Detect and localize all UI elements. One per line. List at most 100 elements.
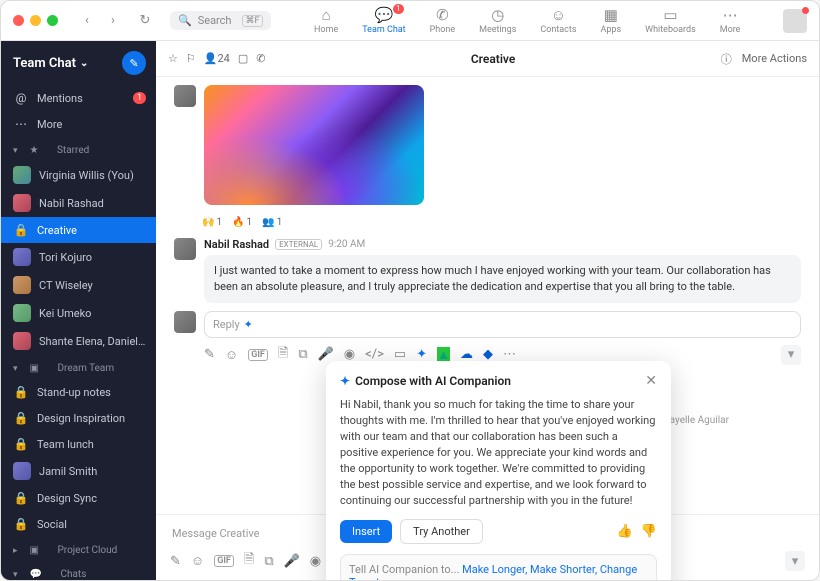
nav-apps[interactable]: ▦Apps [600,6,621,35]
try-another-button[interactable]: Try Another [400,519,483,544]
sidebar-more[interactable]: ⋯More [1,111,156,137]
avatar [13,194,31,212]
avatar [13,166,31,184]
top-nav: ⌂Home 💬1Team Chat ✆Phone ◷Meetings ☺Cont… [281,6,773,35]
chevron-down-icon: ▾ [13,364,18,374]
history-button[interactable]: ↻ [134,10,156,32]
sidebar-item-design-sync[interactable]: 🔒Design Sync [1,485,156,511]
sidebar-item-nabil[interactable]: Nabil Rashad [1,189,156,217]
chat-badge: 1 [393,4,404,14]
video-icon[interactable]: ▢ [238,52,248,65]
contacts-icon: ☺ [549,6,567,24]
chevron-right-icon: ▸ [13,546,18,556]
screenshot-icon[interactable]: ⧉ [264,554,273,569]
filter-icon[interactable]: ▾ [785,551,805,571]
body: Team Chat⌄ ✎ @Mentions1 ⋯More ▾★ Starred… [1,41,819,580]
nav-more[interactable]: ⋯More [720,6,741,35]
info-icon[interactable]: ⓘ [721,51,732,67]
insert-button[interactable]: Insert [340,520,392,543]
suggest-longer[interactable]: Make Longer, [462,563,527,576]
maximize-window-button[interactable] [47,15,58,26]
sidebar-item-kei[interactable]: Kei Umeko [1,299,156,327]
back-button[interactable]: ‹ [76,10,98,32]
nav-contacts[interactable]: ☺Contacts [540,6,576,35]
phone-icon[interactable]: ✆ [256,52,265,65]
close-window-button[interactable] [13,15,24,26]
file-icon[interactable]: 🗎 [278,344,288,366]
file-icon[interactable]: 🗎 [244,550,254,572]
format-icon[interactable]: ✎ [170,554,181,569]
reaction[interactable]: 🙌1 [202,217,222,228]
gif-button[interactable]: GIF [214,555,234,567]
reply-input[interactable]: Reply✦ [204,311,801,338]
emoji-icon[interactable]: ☺ [191,553,204,569]
nav-home[interactable]: ⌂Home [314,6,338,35]
sidebar-mentions[interactable]: @Mentions1 [1,85,156,111]
more-icon: ⋯ [721,6,739,24]
nav-meetings[interactable]: ◷Meetings [479,6,516,35]
message-header: Nabil Rashad EXTERNAL 9:20 AM [204,238,801,251]
format-icon[interactable]: ✎ [204,347,215,362]
minimize-window-button[interactable] [30,15,41,26]
thumbs-down-icon[interactable]: 👎 [641,524,657,539]
sidebar-header: Team Chat⌄ ✎ [1,41,156,85]
filter-icon[interactable]: ▾ [781,345,801,365]
close-button[interactable]: ✕ [645,373,657,389]
sparkle-icon: ✦ [244,318,253,331]
star-icon[interactable]: ☆ [168,52,178,65]
search-input[interactable]: 🔍 Search ⌘F [170,11,271,30]
thumbs-up-icon[interactable]: 👍 [617,524,633,539]
section-chats[interactable]: ▾💬 Chats [1,561,156,580]
chat-title: Creative [275,52,710,66]
external-badge: EXTERNAL [275,239,322,250]
sidebar-item-creative[interactable]: 🔒Creative [1,217,156,243]
section-project-cloud[interactable]: ▸▣ Project Cloud [1,537,156,561]
nav-team-chat[interactable]: 💬1Team Chat [362,6,405,35]
chat-icon: 💬 [30,569,42,580]
screenshot-icon[interactable]: ⧉ [298,347,307,362]
avatar [174,311,196,333]
members-count[interactable]: 👤24 [204,52,230,65]
nav-whiteboards[interactable]: ▭Whiteboards [645,6,696,35]
ai-refine-box: Tell AI Companion to... Make Longer, Mak… [340,554,657,581]
lock-icon: 🔒 [13,410,29,426]
bookmark-icon[interactable]: ⚐ [186,52,196,65]
sidebar-item-shante[interactable]: Shante Elena, Daniel Bow... [1,327,156,355]
nav-phone[interactable]: ✆Phone [430,6,456,35]
emoji-icon[interactable]: ☺ [225,347,238,363]
message-row: Nabil Rashad EXTERNAL 9:20 AM I just wan… [174,238,801,303]
image-attachment[interactable] [204,85,424,205]
author-name: Nabil Rashad [204,238,269,251]
forward-button[interactable]: › [102,10,124,32]
ai-suggestions: Tell AI Companion to... Make Longer, Mak… [349,563,648,581]
sidebar: Team Chat⌄ ✎ @Mentions1 ⋯More ▾★ Starred… [1,41,156,580]
section-dream-team[interactable]: ▾▣ Dream Team [1,355,156,379]
more-actions-button[interactable]: More Actions [742,52,807,65]
audio-icon[interactable]: 🎤 [318,347,334,362]
suggest-shorter[interactable]: Make Shorter, [530,563,597,576]
gif-button[interactable]: GIF [248,349,268,361]
chevron-down-icon: ⌄ [80,58,88,69]
sparkle-icon: ✦ [340,374,350,388]
search-label: Search [198,14,232,27]
typing-indicator: Mayelle Aguilar [661,415,729,426]
sidebar-item-jamil[interactable]: Jamil Smith [1,457,156,485]
sidebar-item-ct[interactable]: CT Wiseley [1,271,156,299]
reaction[interactable]: 🔥1 [232,217,252,228]
sidebar-item-virginia[interactable]: Virginia Willis (You) [1,161,156,189]
reaction[interactable]: 👥1 [262,217,282,228]
sidebar-item-tori[interactable]: Tori Kojuro [1,243,156,271]
sidebar-item-social[interactable]: 🔒Social [1,511,156,537]
home-icon: ⌂ [317,6,335,24]
lock-icon: 🔒 [13,490,29,506]
sidebar-item-team-lunch[interactable]: 🔒Team lunch [1,431,156,457]
sidebar-item-design-insp[interactable]: 🔒Design Inspiration [1,405,156,431]
audio-icon[interactable]: 🎤 [284,554,300,569]
section-starred[interactable]: ▾★ Starred [1,137,156,161]
sidebar-item-standup[interactable]: 🔒Stand-up notes [1,379,156,405]
sidebar-title[interactable]: Team Chat⌄ [13,56,88,71]
folder-icon: ▣ [30,545,39,556]
video-record-icon[interactable]: ◉ [310,554,321,569]
compose-button[interactable]: ✎ [122,51,146,75]
profile-avatar[interactable] [783,9,807,33]
